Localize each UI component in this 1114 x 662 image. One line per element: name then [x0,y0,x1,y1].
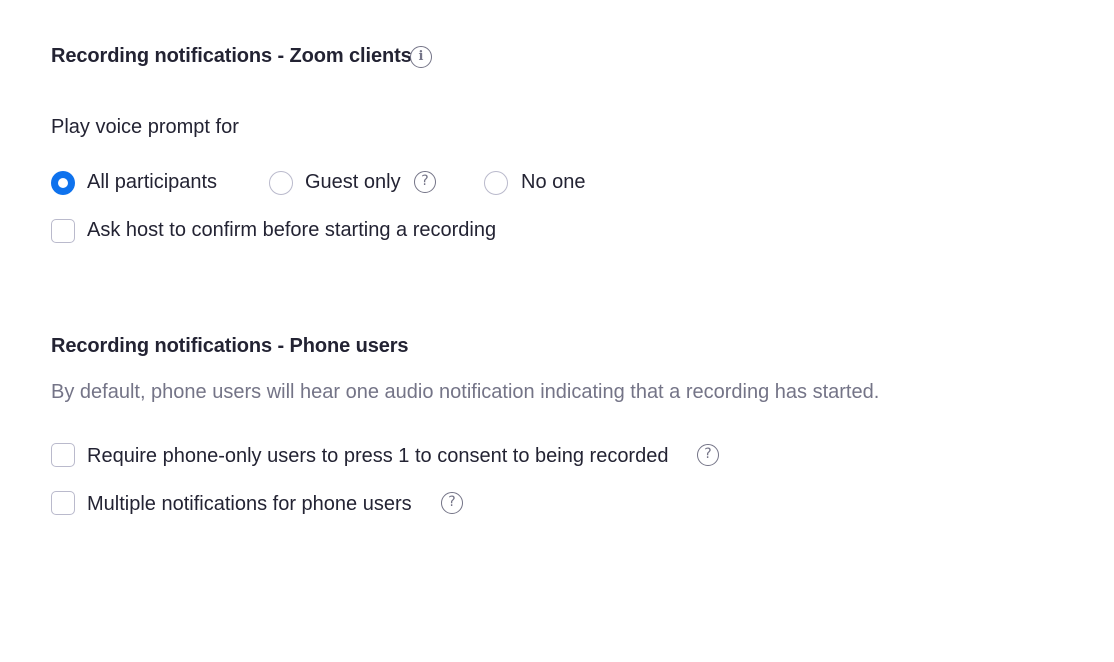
radio-all-participants[interactable] [51,171,75,195]
radio-guest-only[interactable] [269,171,293,195]
radio-no-one[interactable] [484,171,508,195]
zoom-clients-section-title: Recording notifications - Zoom clients [51,45,412,67]
ask-host-confirm-checkbox[interactable] [51,219,75,243]
ask-host-confirm-label[interactable]: Ask host to confirm before starting a re… [87,219,496,242]
help-icon[interactable]: ? [441,492,463,514]
radio-no-one-label[interactable]: No one [521,171,586,194]
require-press-1-label[interactable]: Require phone-only users to press 1 to c… [87,445,668,468]
radio-all-participants-label[interactable]: All participants [87,171,217,194]
multiple-notifications-checkbox[interactable] [51,491,75,515]
voice-prompt-label: Play voice prompt for [51,116,239,138]
help-icon[interactable]: ? [697,444,719,466]
require-press-1-checkbox[interactable] [51,443,75,467]
help-icon[interactable]: ? [414,171,436,193]
phone-users-description: By default, phone users will hear one au… [51,381,880,403]
multiple-notifications-label[interactable]: Multiple notifications for phone users [87,493,412,516]
phone-users-section-title: Recording notifications - Phone users [51,335,409,357]
radio-guest-only-label[interactable]: Guest only [305,171,401,194]
info-icon[interactable]: i [410,46,432,68]
